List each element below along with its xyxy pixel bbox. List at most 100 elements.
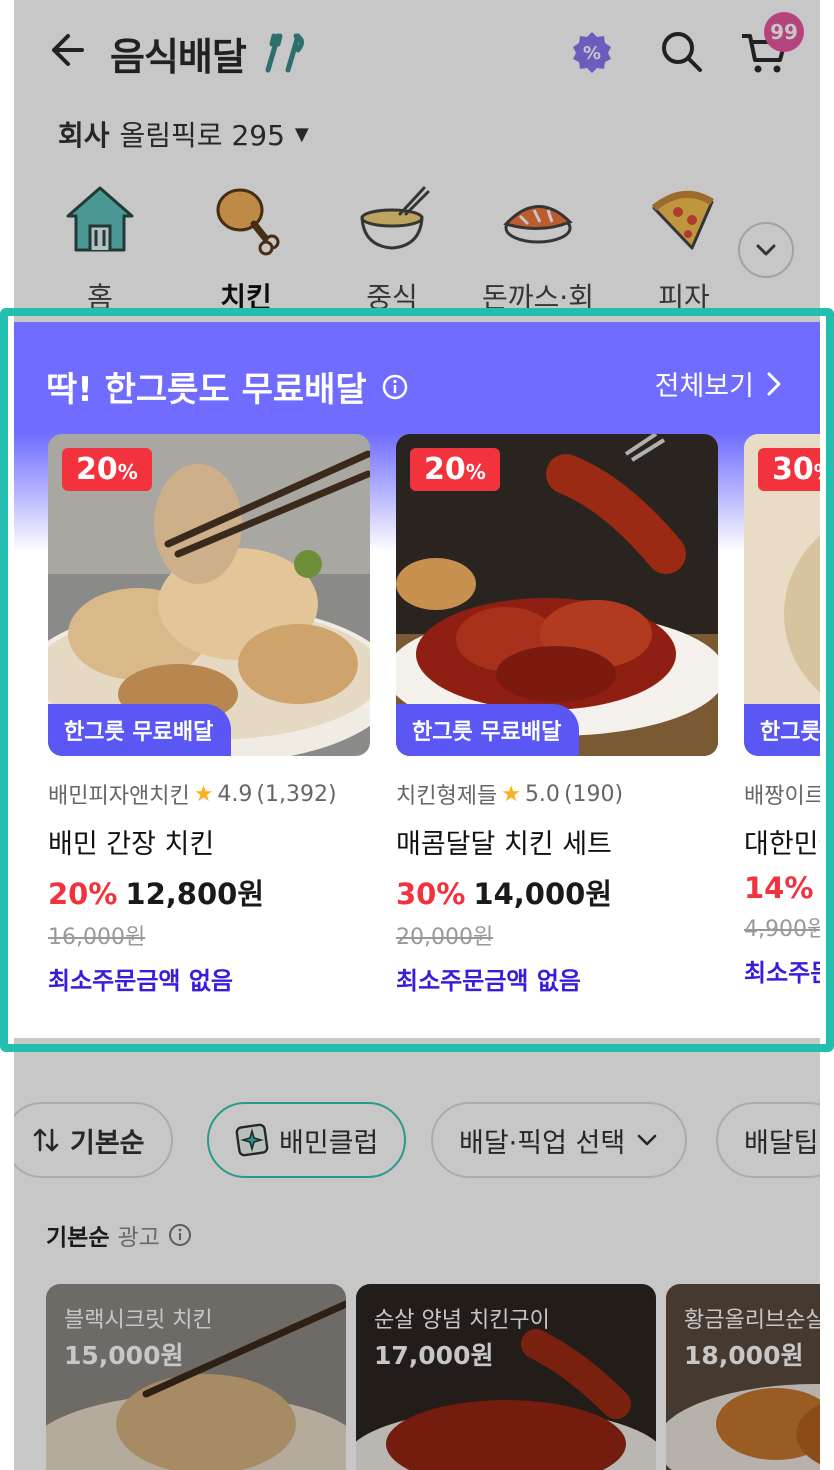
app-screen: 음식배달 % 99 회사 올림픽로 295 ▼ 홈 치킨 중식 돈까스·회 피자…	[14, 0, 820, 1470]
delivery-pickup-chip[interactable]: 배달·픽업 선택	[431, 1102, 688, 1178]
promo-title: 딱! 한그릇도 무료배달	[46, 362, 409, 411]
rating: 4.9	[217, 781, 253, 807]
pizza-icon	[651, 190, 714, 250]
delivery-tip-chip[interactable]: 배달팁	[716, 1102, 820, 1178]
svg-text:%: %	[583, 43, 601, 64]
restaurant-list-card[interactable]: 황금올리브순살 18,000원	[666, 1284, 820, 1470]
shop-info: 치킨형제들 ★ 5.0 (190)	[396, 778, 718, 810]
price-row: 30% 14,000원	[396, 871, 718, 913]
view-all-link[interactable]: 전체보기	[655, 364, 782, 403]
review-count: (1,392)	[256, 781, 337, 807]
shop-name: 배민피자앤치킨	[48, 784, 190, 809]
restaurant-menu-price: 15,000원	[64, 1341, 184, 1370]
back-arrow-icon[interactable]	[46, 30, 86, 70]
restaurant-menu-price: 18,000원	[684, 1341, 804, 1370]
category-home[interactable]: 홈	[40, 182, 160, 316]
category-label: 돈까스·회	[482, 281, 594, 314]
star-icon: ★	[193, 781, 214, 807]
original-price: 20,000원	[396, 925, 494, 950]
restaurant-menu-name: 블랙시크릿 치킨	[64, 1308, 213, 1333]
chevron-right-icon	[767, 372, 781, 395]
menu-image: 30% 한그릇 무료배달	[744, 434, 820, 756]
price-row: 14%4	[744, 871, 820, 905]
menu-image: 20% 한그릇 무료배달	[396, 434, 718, 756]
menu-name: 배민 간장 치킨	[48, 829, 215, 860]
original-price: 4,900원	[744, 917, 820, 942]
min-order-note: 최소주문	[744, 959, 820, 987]
category-cutlet-sashimi[interactable]: 돈까스·회	[478, 182, 598, 316]
discount-badge: 30%	[758, 448, 820, 491]
header: 음식배달 % 99	[14, 0, 820, 100]
page-title: 음식배달	[110, 35, 247, 79]
caret-down-icon: ▼	[294, 123, 309, 145]
cart-count-badge: 99	[764, 12, 804, 52]
discount-badge: 20%	[410, 448, 500, 491]
chicken-icon	[216, 188, 280, 256]
category-label: 치킨	[220, 281, 272, 314]
category-chicken[interactable]: 치킨	[186, 182, 306, 316]
promo-title-text: 딱! 한그릇도 무료배달	[46, 370, 367, 410]
shop-name: 배짱이르	[744, 784, 820, 809]
shop-name: 치킨형제들	[396, 784, 498, 809]
discount-percent: 14%	[744, 871, 814, 905]
sort-arrows-icon	[33, 1128, 59, 1152]
filter-chips: 기본순 배민클럽 배달·픽업 선택 배달팁	[14, 1102, 820, 1178]
baemin-club-chip[interactable]: 배민클럽	[207, 1102, 407, 1178]
category-chinese[interactable]: 중식	[332, 182, 452, 316]
sort-label-text: 기본순	[46, 1225, 110, 1251]
restaurant-list-card[interactable]: 블랙시크릿 치킨 15,000원	[46, 1284, 346, 1470]
restaurant-list-card[interactable]: 순살 양념 치킨구이 17,000원	[356, 1284, 656, 1470]
chip-label: 배달팁	[744, 1127, 819, 1159]
discount-badge: 20%	[62, 448, 152, 491]
shop-info: 배민피자앤치킨 ★ 4.9 (1,392)	[48, 778, 370, 810]
restaurant-menu-name: 황금올리브순살	[684, 1308, 820, 1333]
menu-image: 20% 한그릇 무료배달	[48, 434, 370, 756]
promo-menu-card[interactable]: 20% 한그릇 무료배달 배민피자앤치킨 ★ 4.9 (1,392) 배민 간장…	[48, 434, 370, 996]
star-icon: ★	[501, 781, 521, 807]
chip-label: 배민클럽	[279, 1127, 379, 1159]
discount-coupon-icon[interactable]: %	[570, 30, 614, 74]
home-icon	[66, 186, 134, 252]
rating: 5.0	[524, 781, 560, 807]
noodle-bowl-icon	[360, 186, 430, 250]
promo-menu-card[interactable]: 20% 한그릇 무료배달 치킨형제들 ★ 5.0 (190) 매콤달달 치킨 세…	[396, 434, 718, 996]
info-icon[interactable]	[381, 373, 409, 401]
price-row: 20% 12,800원	[48, 871, 370, 913]
view-all-label: 전체보기	[654, 371, 754, 402]
restaurant-menu-name: 순살 양념 치킨구이	[374, 1308, 550, 1333]
min-order-note: 최소주문금액 없음	[396, 967, 581, 995]
chip-label: 기본순	[70, 1127, 145, 1159]
free-delivery-badge: 한그릇 무료배달	[744, 704, 820, 756]
club-sparkle-icon	[235, 1123, 269, 1157]
category-label: 홈	[87, 281, 113, 314]
sort-filter-chip[interactable]: 기본순	[14, 1102, 173, 1178]
category-label: 중식	[366, 281, 418, 314]
expand-categories-button[interactable]	[738, 222, 794, 278]
utensils-logo-icon	[265, 33, 304, 73]
menu-name: 대한민국	[744, 829, 820, 860]
chip-label: 배달·픽업 선택	[459, 1127, 626, 1159]
delivery-address-selector[interactable]: 회사 올림픽로 295 ▼	[58, 114, 309, 154]
min-order-note: 최소주문금액 없음	[48, 967, 233, 995]
promo-menu-card[interactable]: 30% 한그릇 무료배달 배짱이르 대한민국 14%4 4,900원 최소주문	[744, 434, 820, 988]
category-label: 피자	[658, 281, 710, 314]
chevron-down-icon	[637, 1134, 657, 1146]
address-street: 올림픽로 295	[119, 119, 285, 152]
original-price: 16,000원	[48, 925, 146, 950]
shop-info: 배짱이르	[744, 778, 820, 810]
list-sort-label: 기본순 광고	[46, 1218, 192, 1252]
free-delivery-promo-section: 딱! 한그릇도 무료배달 전체보기 20% 한그릇 무료배달 배민피자앤치킨 ★…	[14, 322, 820, 1038]
info-icon[interactable]	[168, 1223, 192, 1247]
free-delivery-badge: 한그릇 무료배달	[48, 704, 232, 756]
address-place: 회사	[58, 119, 110, 152]
review-count: (190)	[563, 781, 624, 807]
free-delivery-badge: 한그릇 무료배달	[396, 704, 580, 756]
sushi-icon	[503, 205, 573, 244]
discount-percent: 20%	[48, 877, 118, 911]
search-icon[interactable]	[658, 28, 704, 74]
menu-name: 매콤달달 치킨 세트	[396, 829, 612, 860]
sale-price: 14,000원	[473, 877, 613, 911]
category-pizza[interactable]: 피자	[624, 182, 744, 316]
ad-label: 광고	[117, 1225, 160, 1251]
sale-price: 12,800원	[125, 877, 265, 911]
